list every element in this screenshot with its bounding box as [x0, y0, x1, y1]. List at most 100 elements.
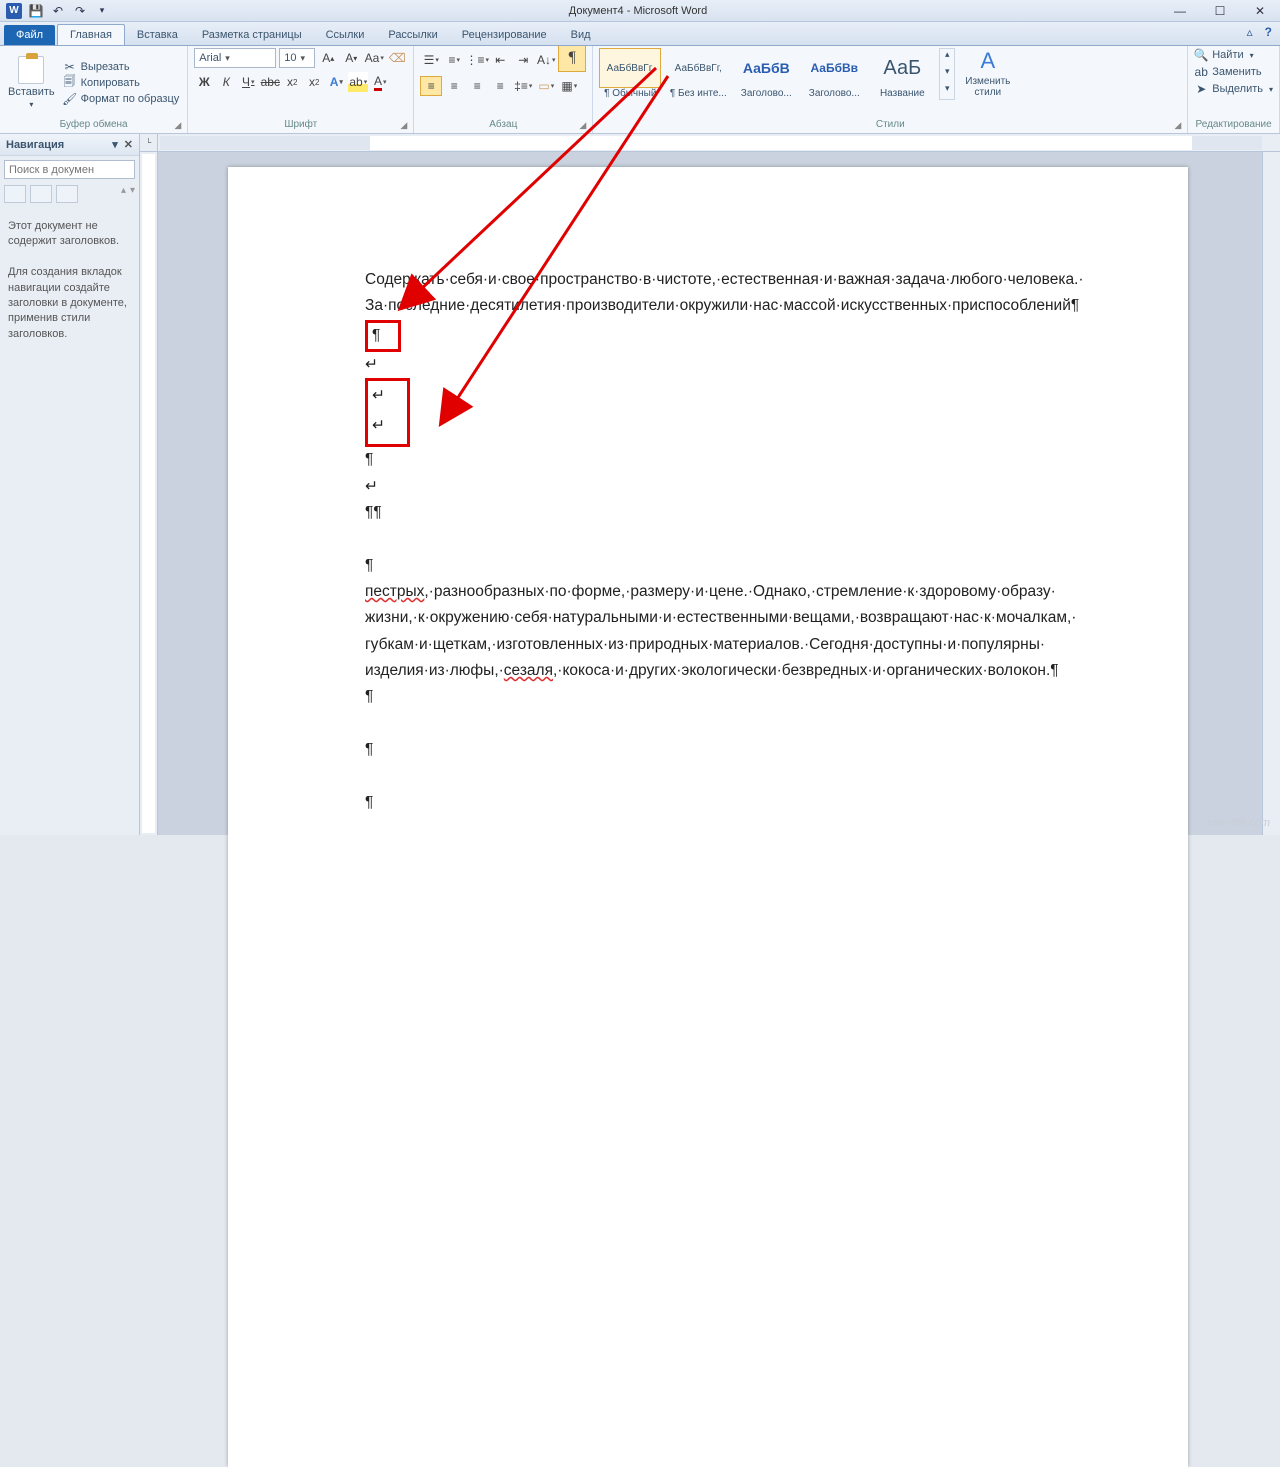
ribbon-help: ▵ ? [1247, 25, 1272, 39]
line-spacing-button[interactable]: ‡≡ [512, 76, 534, 96]
format-painter-button[interactable]: 🖌Формат по образцу [61, 92, 182, 106]
chevron-down-icon: ▾ [301, 53, 306, 64]
align-right-button[interactable]: ≡ [466, 76, 488, 96]
redo-icon[interactable]: ↷ [72, 3, 88, 19]
tab-insert[interactable]: Вставка [125, 25, 190, 45]
paste-button[interactable]: Вставить ▾ [6, 54, 57, 111]
dialog-launcher-icon[interactable]: ◢ [400, 120, 407, 131]
style-heading2[interactable]: АаБбВвЗаголово... [803, 48, 865, 99]
document-area: └ Содержать·себя·и·свое·пространство·в·ч… [140, 134, 1280, 835]
strike-button[interactable]: abc [260, 72, 280, 92]
increase-indent-button[interactable]: ⇥ [512, 50, 534, 70]
dialog-launcher-icon[interactable]: ◢ [579, 120, 586, 131]
nav-search-input[interactable] [5, 161, 155, 178]
copy-label: Копировать [81, 77, 140, 89]
find-label: Найти [1212, 49, 1243, 61]
group-clipboard-label: Буфер обмена◢ [6, 117, 181, 133]
font-name-combo[interactable]: Arial ▾ [194, 48, 276, 68]
decrease-indent-button[interactable]: ⇤ [489, 50, 511, 70]
change-styles-button[interactable]: A Изменить стили [961, 48, 1014, 98]
qat-dropdown-icon[interactable]: ▾ [94, 3, 110, 19]
cut-button[interactable]: ✂Вырезать [61, 60, 182, 74]
show-hide-paragraph-button[interactable]: ¶ [558, 44, 586, 72]
numbering-button[interactable]: ≡ [443, 50, 465, 70]
style-title[interactable]: АаБНазвание [871, 48, 933, 99]
style-nospacing[interactable]: АаБбВвГг,¶ Без инте... [667, 48, 729, 99]
group-styles-label: Стили◢ [599, 117, 1181, 133]
sort-button[interactable]: A↓ [535, 50, 557, 70]
style-heading1[interactable]: АаБбВЗаголово... [735, 48, 797, 99]
group-font: Arial▾ 10▾ A▴ A▾ Aa ⌫ Ж К Ч abc x2 x2 A … [188, 46, 414, 133]
save-icon[interactable]: 💾 [28, 3, 44, 19]
superscript-button[interactable]: x2 [304, 72, 324, 92]
subscript-button[interactable]: x2 [282, 72, 302, 92]
replace-icon: ab [1194, 65, 1208, 79]
nav-next-icon[interactable]: ▾ [130, 185, 135, 203]
font-size-combo[interactable]: 10▾ [279, 48, 315, 68]
nav-prev-icon[interactable]: ▴ [121, 185, 126, 203]
replace-button[interactable]: ab Заменить [1194, 65, 1273, 79]
undo-icon[interactable]: ↶ [50, 3, 66, 19]
justify-button[interactable]: ≡ [489, 76, 511, 96]
styles-gallery-scroll[interactable]: ▴ ▾ ▾ [939, 48, 955, 100]
minimize-button[interactable]: — [1160, 0, 1200, 22]
text-effects-button[interactable]: A [326, 72, 346, 92]
font-color-button[interactable]: A [370, 72, 390, 92]
shrink-font-button[interactable]: A▾ [341, 48, 361, 68]
format-painter-label: Формат по образцу [81, 93, 180, 105]
nav-results-view[interactable] [56, 185, 78, 203]
find-button[interactable]: 🔍Найти▾ [1194, 48, 1273, 62]
nav-msg-1: Этот документ не содержит заголовков. [8, 219, 131, 250]
nav-search[interactable]: 🔍 ▾ [4, 160, 135, 179]
nav-message: Этот документ не содержит заголовков. Дл… [0, 209, 139, 352]
align-left-button[interactable]: ≡ [420, 76, 442, 96]
select-button[interactable]: ➤Выделить▾ [1194, 82, 1273, 96]
underline-button[interactable]: Ч [238, 72, 258, 92]
help-icon[interactable]: ? [1265, 25, 1272, 39]
chevron-down-icon: ▾ [225, 53, 230, 64]
font-name-value: Arial [199, 52, 221, 64]
cursor-icon: ➤ [1194, 82, 1208, 96]
bold-button[interactable]: Ж [194, 72, 214, 92]
align-center-button[interactable]: ≡ [443, 76, 465, 96]
nav-headings-view[interactable] [4, 185, 26, 203]
tab-review[interactable]: Рецензирование [450, 25, 559, 45]
gallery-more-icon[interactable]: ▾ [940, 83, 954, 99]
style-label: Название [871, 88, 933, 99]
nav-pin-icon[interactable]: ▾ [112, 138, 118, 151]
paste-label: Вставить [8, 86, 55, 98]
watermark: user-life.com [1207, 817, 1270, 829]
tab-file[interactable]: Файл [4, 25, 55, 45]
tab-references[interactable]: Ссылки [314, 25, 377, 45]
bullets-button[interactable]: ☰ [420, 50, 442, 70]
ribbon-tabs: Файл Главная Вставка Разметка страницы С… [0, 22, 1280, 46]
scroll-up-icon[interactable]: ▴ [940, 49, 954, 65]
italic-button[interactable]: К [216, 72, 236, 92]
tab-layout[interactable]: Разметка страницы [190, 25, 314, 45]
dialog-launcher-icon[interactable]: ◢ [174, 120, 181, 131]
chevron-down-icon: ▾ [29, 100, 33, 109]
close-button[interactable]: ✕ [1240, 0, 1280, 22]
tab-view[interactable]: Вид [559, 25, 603, 45]
nav-close-icon[interactable]: ✕ [124, 138, 133, 151]
tab-home[interactable]: Главная [57, 24, 125, 45]
copy-button[interactable]: 🗐Копировать [61, 76, 182, 90]
replace-label: Заменить [1212, 66, 1261, 78]
multilevel-button[interactable]: ⋮≡ [466, 50, 488, 70]
scroll-down-icon[interactable]: ▾ [940, 66, 954, 82]
word-app-icon[interactable]: W [6, 3, 22, 19]
tab-mailings[interactable]: Рассылки [376, 25, 449, 45]
grow-font-button[interactable]: A▴ [318, 48, 338, 68]
borders-button[interactable]: ▦ [558, 76, 580, 96]
dialog-launcher-icon[interactable]: ◢ [1174, 120, 1181, 131]
change-styles-label: Изменить стили [965, 76, 1010, 98]
highlight-button[interactable]: ab [348, 72, 368, 92]
clear-format-button[interactable]: ⌫ [387, 48, 407, 68]
group-editing-label: Редактирование [1194, 117, 1273, 133]
change-case-button[interactable]: Aa [364, 48, 384, 68]
change-styles-icon: A [980, 48, 995, 74]
minimize-ribbon-icon[interactable]: ▵ [1247, 25, 1253, 39]
shading-button[interactable]: ▭ [535, 76, 557, 96]
nav-pages-view[interactable] [30, 185, 52, 203]
maximize-button[interactable]: ☐ [1200, 0, 1240, 22]
